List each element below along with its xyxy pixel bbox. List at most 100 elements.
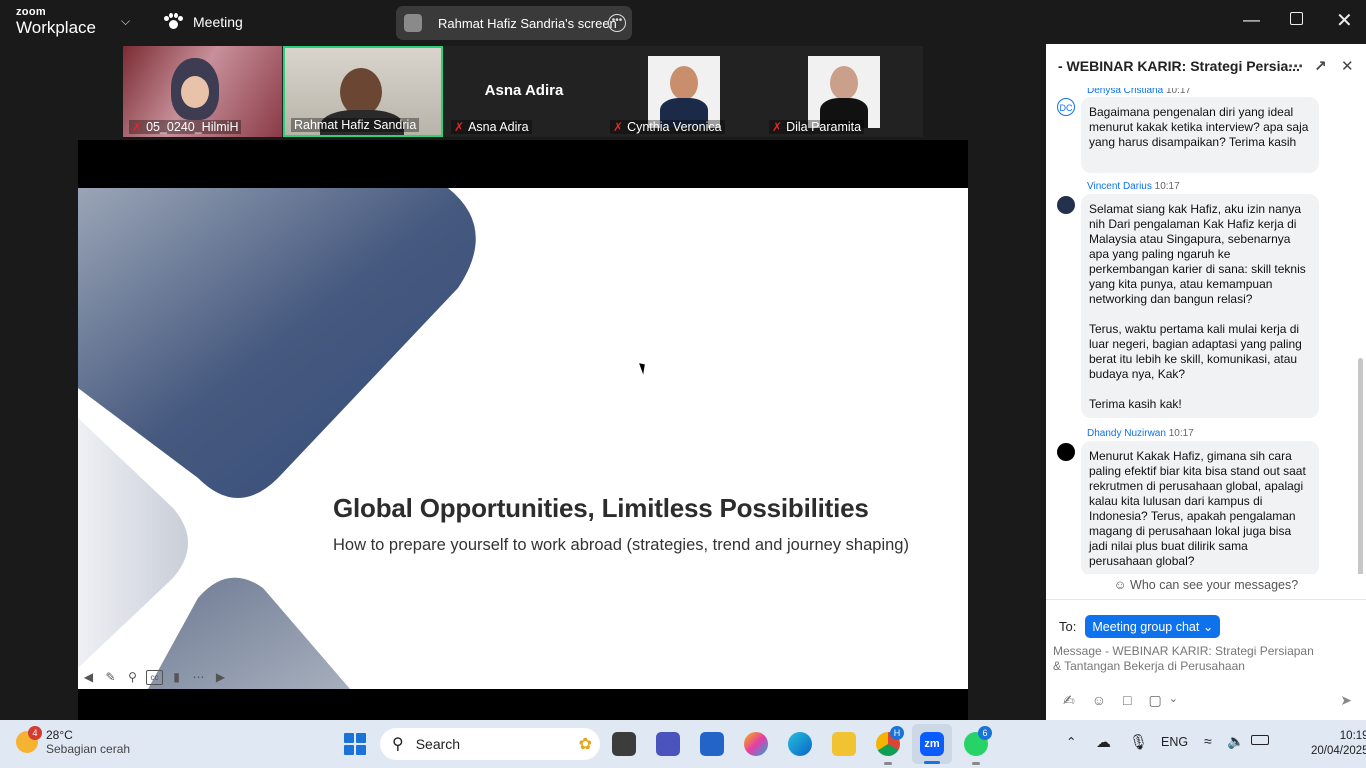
message-sender: Dhandy Nuzirwan 10:17 [1087,428,1194,439]
close-chat-icon[interactable]: ✕ [1341,57,1354,75]
paw-icon [163,13,183,31]
search-label: Search [415,736,461,752]
clock-date: 20/04/2025 [1311,745,1366,757]
zoom-icon[interactable]: ⚲ [124,670,141,685]
slide-title: Global Opportunities, Limitless Possibil… [333,493,869,523]
chat-title: - WEBINAR KARIR: Strategi Persia... [1058,58,1300,74]
mic-muted-icon: ✗ [132,120,143,134]
task-view-icon[interactable] [612,732,636,756]
logo-top: zoom [16,6,46,18]
store-icon[interactable] [700,732,724,756]
windows-start-icon[interactable] [344,733,366,755]
search-highlight-icon: ✿ [578,736,592,753]
restore-button[interactable] [1290,9,1303,25]
file-explorer-icon[interactable] [832,732,856,756]
chat-panel: - WEBINAR KARIR: Strategi Persia... ⋯ ↗ … [1046,44,1366,720]
chat-header: - WEBINAR KARIR: Strategi Persia... ⋯ ↗ … [1046,44,1366,88]
slide-subtitle: How to prepare yourself to work abroad (… [333,536,909,554]
divider [1046,599,1366,600]
sender-avatar: DC [1057,98,1075,116]
whatsapp-icon[interactable]: 6 [964,726,992,756]
message-visibility-link[interactable]: ☺ Who can see your messages? [1046,578,1366,592]
send-icon[interactable]: ➤ [1340,692,1352,709]
teams-icon[interactable] [656,732,680,756]
mic-muted-icon: ✗ [613,120,624,134]
message-input[interactable]: Message - WEBINAR KARIR: Strategi Persia… [1053,644,1323,674]
captions-icon[interactable]: cc [146,670,163,685]
more-options-icon[interactable]: ••• [608,14,626,32]
meeting-label: Meeting [193,14,243,30]
edge-icon[interactable] [788,732,812,756]
wifi-icon[interactable]: ≈ [1204,733,1212,749]
participant-tile[interactable]: ✗ Dila Paramita [763,46,923,137]
participant-center-name: Asna Adira [484,82,564,99]
zoom-logo[interactable]: zoom Workplace [16,6,96,37]
sender-avatar [1057,443,1075,461]
participant-tile[interactable]: ✗ Cynthia Veronica [604,46,762,137]
taskbar-search[interactable]: ⚲ Search ✿ [380,728,600,760]
minimize-button[interactable]: — [1243,10,1260,30]
screenshot-icon[interactable]: ▢ [1149,692,1162,709]
microphone-icon[interactable]: 🎙 [1129,733,1148,751]
next-slide-icon[interactable]: ▶ [212,670,229,685]
sharer-avatar [404,14,422,32]
whatsapp-badge: 6 [978,726,992,740]
slide-toolbar: ◀ ✎ ⚲ cc ▮ ⋯ ▶ [80,670,229,685]
weather-widget[interactable]: 4 28°C Sebagian cerah [16,726,131,756]
chrome-running-indicator [884,762,892,765]
show-hidden-icons[interactable]: ⌃ [1066,734,1076,749]
previous-slide-icon[interactable]: ◀ [80,670,97,685]
logo-bottom: Workplace [16,18,96,37]
shared-screen[interactable]: Global Opportunities, Limitless Possibil… [78,140,968,720]
system-clock[interactable]: 10:19 20/04/2025 [1311,729,1366,759]
chevron-down-icon[interactable]: ⌵ [121,14,130,29]
network-cloud-icon[interactable]: ☁ [1096,733,1111,751]
temperature: 28°C [46,728,73,742]
participant-name: ✗ Cynthia Veronica [610,120,725,134]
copilot-icon[interactable] [744,732,768,756]
meeting-main-area: ✗ 05_0240_HilmiH Rahmat Hafiz Sandria Asn… [0,44,1046,720]
chevron-down-icon[interactable]: ⌄ [1169,692,1178,709]
emoji-icon[interactable]: ☺ [1092,692,1106,709]
more-icon[interactable]: ⋯ [190,670,207,685]
camera-icon[interactable]: ▮ [168,670,185,685]
volume-icon[interactable]: 🔈 [1227,733,1244,750]
user-lock-icon: ☺ [1113,578,1127,592]
weather-badge: 4 [28,726,42,740]
format-icon[interactable]: ✍ [1063,692,1075,709]
participant-tile-active[interactable]: Rahmat Hafiz Sandria [283,46,443,137]
recipient-dropdown[interactable]: Meeting group chat ⌄ [1085,615,1221,638]
to-label: To: [1059,619,1077,634]
chat-messages[interactable]: Denysa Cristiana 10:17 DC Bagaimana peng… [1046,88,1366,574]
participant-name: ✗ 05_0240_HilmiH [129,120,242,134]
pen-icon[interactable]: ✎ [102,670,119,685]
participant-tile[interactable]: Asna Adira ✗ Asna Adira [445,46,603,137]
close-button[interactable]: ✕ [1336,8,1353,33]
weather-icon: 4 [16,726,42,753]
language-indicator[interactable]: ENG [1161,735,1188,749]
slide-decoration [78,188,476,689]
clock-time: 10:19 [1339,730,1366,742]
message-sender: Vincent Darius 10:17 [1087,181,1180,192]
weather-condition: Sebagian cerah [46,742,131,756]
pop-out-icon[interactable]: ↗ [1314,57,1327,75]
participant-tile[interactable]: ✗ 05_0240_HilmiH [123,46,282,137]
share-label: Rahmat Hafiz Sandria's screen [438,15,617,31]
chrome-icon[interactable]: H [876,726,904,756]
meeting-tab[interactable]: Meeting [163,13,243,31]
file-icon[interactable]: □ [1123,692,1131,709]
participant-name: Rahmat Hafiz Sandria [291,118,420,132]
more-options-icon[interactable]: ⋯ [1288,57,1303,75]
chat-message: Selamat siang kak Hafiz, aku izin nanya … [1081,194,1319,418]
participant-photo [808,56,880,128]
taskbar: 4 28°C Sebagian cerah ⚲ Search ✿ H zm 6 … [0,720,1366,768]
screen-share-indicator[interactable]: Rahmat Hafiz Sandria's screen ••• [396,6,632,40]
chrome-profile-badge: H [890,726,904,740]
zoom-active-indicator [924,761,940,764]
participant-face [181,76,209,108]
mic-muted-icon: ✗ [772,120,783,134]
battery-icon[interactable] [1251,735,1269,745]
participant-strip: ✗ 05_0240_HilmiH Rahmat Hafiz Sandria Asn… [123,46,923,137]
zoom-taskbar-active[interactable]: zm [912,724,952,764]
chat-scrollbar[interactable] [1358,358,1363,574]
